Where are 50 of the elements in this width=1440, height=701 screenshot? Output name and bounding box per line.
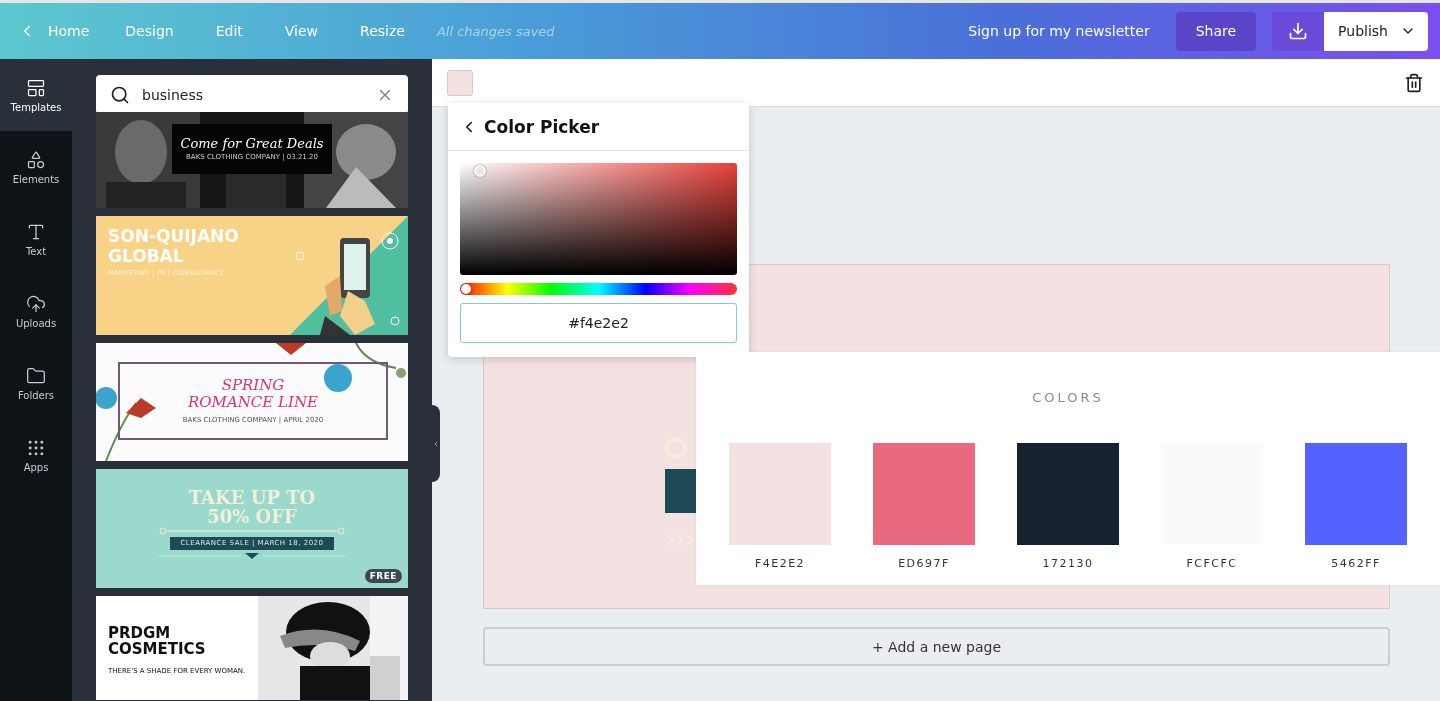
delete-icon[interactable]	[1404, 72, 1424, 93]
search-input[interactable]: business	[140, 85, 366, 104]
folders-icon	[26, 365, 46, 386]
elements-icon	[26, 149, 46, 170]
template-title: Come for Great Deals	[180, 136, 324, 151]
sidebar-tab[interactable]: Uploads	[0, 275, 72, 347]
chevron-left-icon	[432, 439, 440, 448]
sidebar-tab[interactable]: Folders	[0, 347, 72, 419]
color-code: FCFCFC	[1186, 557, 1238, 570]
newsletter-link[interactable]: Sign up for my newsletter	[954, 15, 1164, 47]
saturation-handle[interactable]	[474, 165, 486, 177]
publish-button[interactable]: Publish	[1324, 11, 1428, 51]
template-title: TAKE UP TO	[188, 489, 316, 508]
color-code: F4E2E2	[754, 557, 806, 570]
collapse-handle[interactable]	[432, 405, 440, 482]
uploads-icon	[26, 293, 46, 314]
color-swatch[interactable]	[447, 69, 473, 96]
sidebar-tab[interactable]: Apps	[0, 419, 72, 491]
templates-icon	[26, 77, 46, 98]
share-button[interactable]: Share	[1175, 11, 1257, 51]
color-sample[interactable]	[1017, 443, 1119, 545]
download-button[interactable]	[1272, 11, 1325, 51]
sidebar-tab[interactable]: Text	[0, 203, 72, 275]
download-icon	[1288, 21, 1309, 41]
add-page-button[interactable]: + Add a new page	[483, 627, 1390, 666]
color-sample[interactable]	[729, 443, 831, 545]
template-title: GLOBAL	[108, 247, 184, 266]
search-icon	[110, 84, 130, 105]
template-title: COSMETICS	[108, 641, 207, 658]
color-code: 5462FF	[1331, 557, 1381, 570]
hex-field[interactable]: #f4e2e2	[460, 303, 737, 343]
color-code: ED697F	[898, 557, 950, 570]
save-status: All changes saved	[436, 23, 555, 39]
search-field[interactable]: business	[96, 75, 408, 114]
template-title: PRDGM	[108, 626, 172, 642]
template-title: 50% OFF	[207, 507, 297, 527]
colors-heading: COLORS	[1032, 390, 1104, 405]
hue-slider[interactable]	[460, 283, 737, 295]
sidebar-tab[interactable]: Templates	[0, 59, 72, 131]
color-sample[interactable]	[873, 443, 975, 545]
sidebar-tab[interactable]: Elements	[0, 131, 72, 203]
color-code: 172130	[1042, 557, 1094, 570]
hue-handle[interactable]	[461, 284, 471, 294]
free-badge: FREE	[364, 569, 402, 583]
template-title: ROMANCE LINE	[187, 395, 319, 412]
color-sample[interactable]	[1305, 443, 1407, 545]
back-button[interactable]: Color Picker	[448, 103, 749, 151]
saturation-area[interactable]	[460, 163, 737, 275]
template-title: SON-QUIJANO	[108, 228, 239, 246]
template-title: SPRING	[221, 377, 285, 394]
